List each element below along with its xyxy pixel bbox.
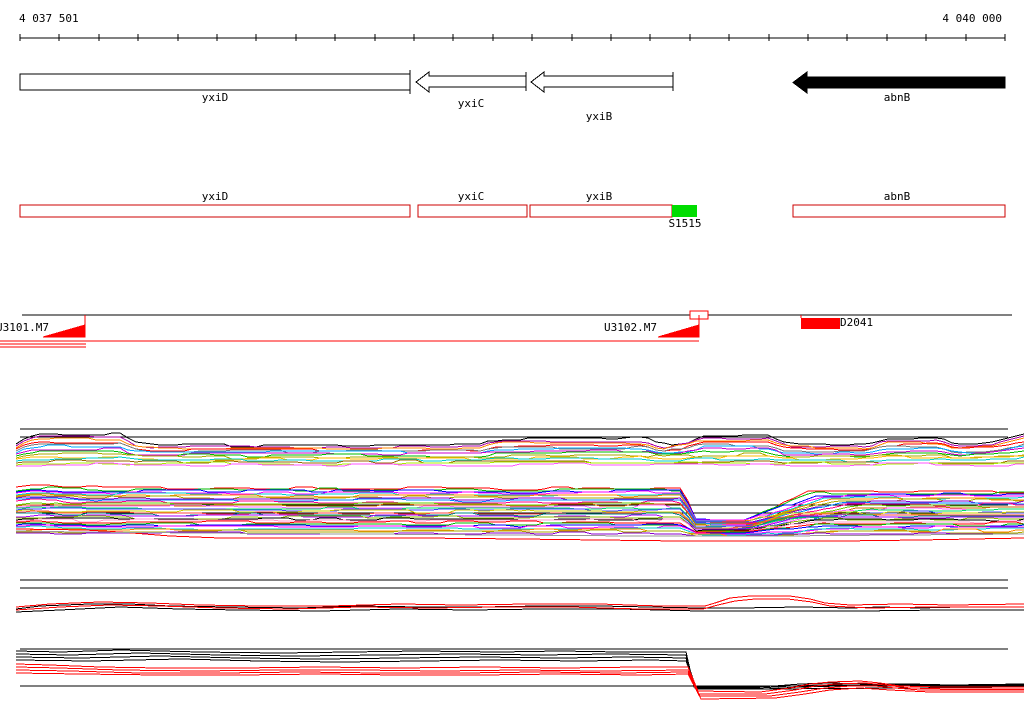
- gene-box-yxiD[interactable]: [19, 204, 411, 218]
- gene-arrow-yxiB[interactable]: [530, 70, 674, 94]
- gene-label-yxiB: yxiB: [585, 110, 613, 123]
- ruler-end-coordinate: 4 040 000: [942, 12, 1002, 25]
- signal-red: [15, 669, 1024, 697]
- gene-arrow-yxiD[interactable]: [19, 73, 411, 91]
- gene-label-yxiC: yxiC: [457, 97, 485, 110]
- expression-series: [15, 432, 1024, 448]
- gene-box-yxiB[interactable]: [529, 204, 673, 218]
- promoter-U3102.M7[interactable]: [657, 324, 700, 338]
- gene-box-label-abnB: abnB: [883, 190, 911, 203]
- signal-red: [15, 666, 1024, 695]
- transcript-label-U3102: U3102.M7: [604, 321, 657, 334]
- gene-box-label-yxiD: yxiD: [201, 190, 229, 203]
- segment-label-S1515: S1515: [668, 217, 702, 230]
- feature-D2041[interactable]: [801, 318, 840, 329]
- signal-red: [15, 595, 1024, 608]
- genome-graphics-canvas: [0, 34, 1024, 700]
- genome-browser-view: 4 037 501 4 040 000 yxiD yxiC yxiB abnB …: [0, 0, 1024, 714]
- segment-marker-S1515[interactable]: [672, 205, 697, 217]
- gene-box-yxiC[interactable]: [417, 204, 528, 218]
- promoter-U3101.M7[interactable]: [42, 324, 86, 338]
- ruler-start-coordinate: 4 037 501: [19, 12, 79, 25]
- gene-label-abnB: abnB: [883, 91, 911, 104]
- gene-box-label-yxiB: yxiB: [585, 190, 613, 203]
- gene-box-label-yxiC: yxiC: [457, 190, 485, 203]
- gene-label-yxiD: yxiD: [201, 91, 229, 104]
- gene-arrow-yxiC[interactable]: [415, 70, 527, 94]
- gene-box-abnB[interactable]: [792, 204, 1006, 218]
- signal-black: [15, 649, 1024, 688]
- transcript-label-U3101: U3101.M7: [0, 321, 49, 334]
- gene-arrow-abnB[interactable]: [792, 71, 1006, 94]
- transcript-label-D2041: D2041: [840, 316, 874, 329]
